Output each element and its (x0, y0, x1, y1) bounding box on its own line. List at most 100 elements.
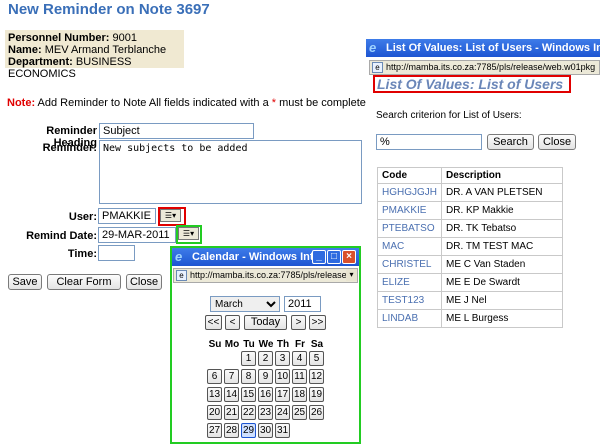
calendar-day[interactable]: 22 (241, 405, 256, 420)
calendar-icon: ☰▾ (182, 229, 195, 238)
reminder-heading-input[interactable] (99, 123, 254, 139)
table-row[interactable]: PMAKKIE DR. KP Makkie (377, 201, 563, 220)
calendar-day[interactable]: 12 (309, 369, 324, 384)
name-row: Name: MEV Armand Terblanche (8, 44, 167, 56)
calendar-day[interactable]: 17 (275, 387, 290, 402)
table-row[interactable]: PTEBATSO DR. TK Tebatso (377, 219, 563, 238)
close-icon[interactable]: × (342, 250, 356, 264)
lov-url-bar: e http://mamba.its.co.za:7785/pls/releas… (369, 60, 600, 75)
today-button[interactable]: Today (244, 315, 287, 330)
user-input[interactable] (98, 208, 156, 224)
lov-search-input[interactable] (376, 134, 482, 150)
user-description: ME L Burgess (441, 309, 563, 328)
column-header-code: Code (377, 167, 442, 184)
table-row[interactable]: CHRISTEL ME C Van Staden (377, 255, 563, 274)
calendar-day[interactable]: 10 (275, 369, 290, 384)
calendar-day[interactable]: 19 (309, 387, 324, 402)
calendar-day[interactable]: 2 (258, 351, 273, 366)
date-picker-button[interactable]: ☰▾ (178, 227, 199, 240)
calendar-day[interactable]: 4 (292, 351, 307, 366)
department-row: Department: BUSINESS ECONOMICS (8, 56, 132, 80)
calendar-day[interactable]: 23 (258, 405, 273, 420)
lov-heading: List Of Values: List of Users (373, 75, 571, 93)
weekday-header: Mo (224, 339, 240, 350)
calendar-day[interactable]: 31 (275, 423, 290, 438)
personnel-info-box: Personnel Number: 9001 Name: MEV Armand … (5, 30, 184, 80)
calendar-day[interactable]: 3 (275, 351, 290, 366)
next-month-button[interactable]: > (291, 315, 306, 330)
calendar-day[interactable]: 6 (207, 369, 222, 384)
save-button[interactable]: Save (8, 274, 42, 290)
remind-date-label: Remind Date: (26, 230, 97, 242)
table-row[interactable]: MAC DR. TM TEST MAC (377, 237, 563, 256)
prev-month-button[interactable]: < (225, 315, 240, 330)
remind-date-input[interactable] (98, 227, 176, 243)
time-input[interactable] (98, 245, 135, 261)
list-icon: ☰▾ (164, 211, 177, 220)
user-code-link[interactable]: CHRISTEL (377, 255, 442, 274)
lov-close-button[interactable]: Close (538, 134, 576, 150)
user-code-link[interactable]: ELIZE (377, 273, 442, 292)
weekday-header: Su (208, 339, 222, 350)
page-title: New Reminder on Note 3697 (8, 1, 210, 18)
calendar-day[interactable]: 25 (292, 405, 307, 420)
calendar-day[interactable]: 16 (258, 387, 273, 402)
calendar-day[interactable]: 28 (224, 423, 239, 438)
ie-logo-icon: e (175, 249, 183, 264)
user-lov-button[interactable]: ☰▾ (160, 209, 181, 222)
calendar-day[interactable]: 27 (207, 423, 222, 438)
required-fields-note: Note: Add Reminder to Note All fields in… (7, 97, 376, 109)
calendar-day[interactable]: 13 (207, 387, 222, 402)
lov-search-label: Search criterion for List of Users: (376, 110, 522, 121)
calendar-day[interactable]: 5 (309, 351, 324, 366)
lov-window-titlebar[interactable]: e List Of Values: List of Users - Window… (366, 39, 600, 57)
user-label: User: (68, 211, 97, 223)
chevron-down-icon[interactable]: ▾ (346, 269, 357, 281)
calendar-day[interactable]: 30 (258, 423, 273, 438)
calendar-day[interactable]: 1 (241, 351, 256, 366)
table-row[interactable]: TEST123 ME J Nel (377, 291, 563, 310)
close-button[interactable]: Close (126, 274, 162, 290)
calendar-url-bar: e http://mamba.its.co.za:7785/pls/releas… (173, 268, 358, 283)
column-header-description: Description (441, 167, 563, 184)
table-row[interactable]: HGHGJGJH DR. A VAN PLETSEN (377, 183, 563, 202)
calendar-day[interactable]: 9 (258, 369, 273, 384)
calendar-day[interactable]: 20 (207, 405, 222, 420)
personnel-number-row: Personnel Number: 9001 (8, 32, 138, 44)
calendar-day[interactable]: 7 (224, 369, 239, 384)
lov-window-title: List Of Values: List of Users - Windows … (386, 42, 600, 54)
time-label: Time: (67, 248, 97, 260)
user-code-link[interactable]: PMAKKIE (377, 201, 442, 220)
user-code-link[interactable]: MAC (377, 237, 442, 256)
user-code-link[interactable]: TEST123 (377, 291, 442, 310)
maximize-icon[interactable]: □ (327, 250, 341, 264)
calendar-day-selected[interactable]: 29 (241, 423, 256, 438)
calendar-day[interactable]: 24 (275, 405, 290, 420)
user-code-link[interactable]: LINDAB (377, 309, 442, 328)
prev-year-button[interactable]: << (205, 315, 222, 330)
year-input[interactable] (284, 296, 321, 312)
clear-form-button[interactable]: Clear Form (47, 274, 121, 290)
lov-search-button[interactable]: Search (487, 134, 534, 150)
user-description: DR. A VAN PLETSEN (441, 183, 563, 202)
calendar-day[interactable]: 15 (241, 387, 256, 402)
calendar-day[interactable]: 11 (292, 369, 307, 384)
calendar-day[interactable]: 26 (309, 405, 324, 420)
month-select[interactable]: March (210, 296, 280, 312)
next-year-button[interactable]: >> (309, 315, 326, 330)
table-row[interactable]: LINDAB ME L Burgess (377, 309, 563, 328)
weekday-header: Sa (310, 339, 324, 350)
user-code-link[interactable]: PTEBATSO (377, 219, 442, 238)
table-row[interactable]: ELIZE ME E De Swardt (377, 273, 563, 292)
calendar-day[interactable]: 14 (224, 387, 239, 402)
reminder-textarea[interactable]: New subjects to be added (99, 140, 362, 204)
user-description: ME C Van Staden (441, 255, 563, 274)
user-description: ME E De Swardt (441, 273, 563, 292)
minimize-icon[interactable]: _ (312, 250, 326, 264)
user-description: DR. KP Makkie (441, 201, 563, 220)
calendar-day[interactable]: 21 (224, 405, 239, 420)
calendar-day[interactable]: 8 (241, 369, 256, 384)
user-description: DR. TK Tebatso (441, 219, 563, 238)
user-code-link[interactable]: HGHGJGJH (377, 183, 442, 202)
calendar-day[interactable]: 18 (292, 387, 307, 402)
